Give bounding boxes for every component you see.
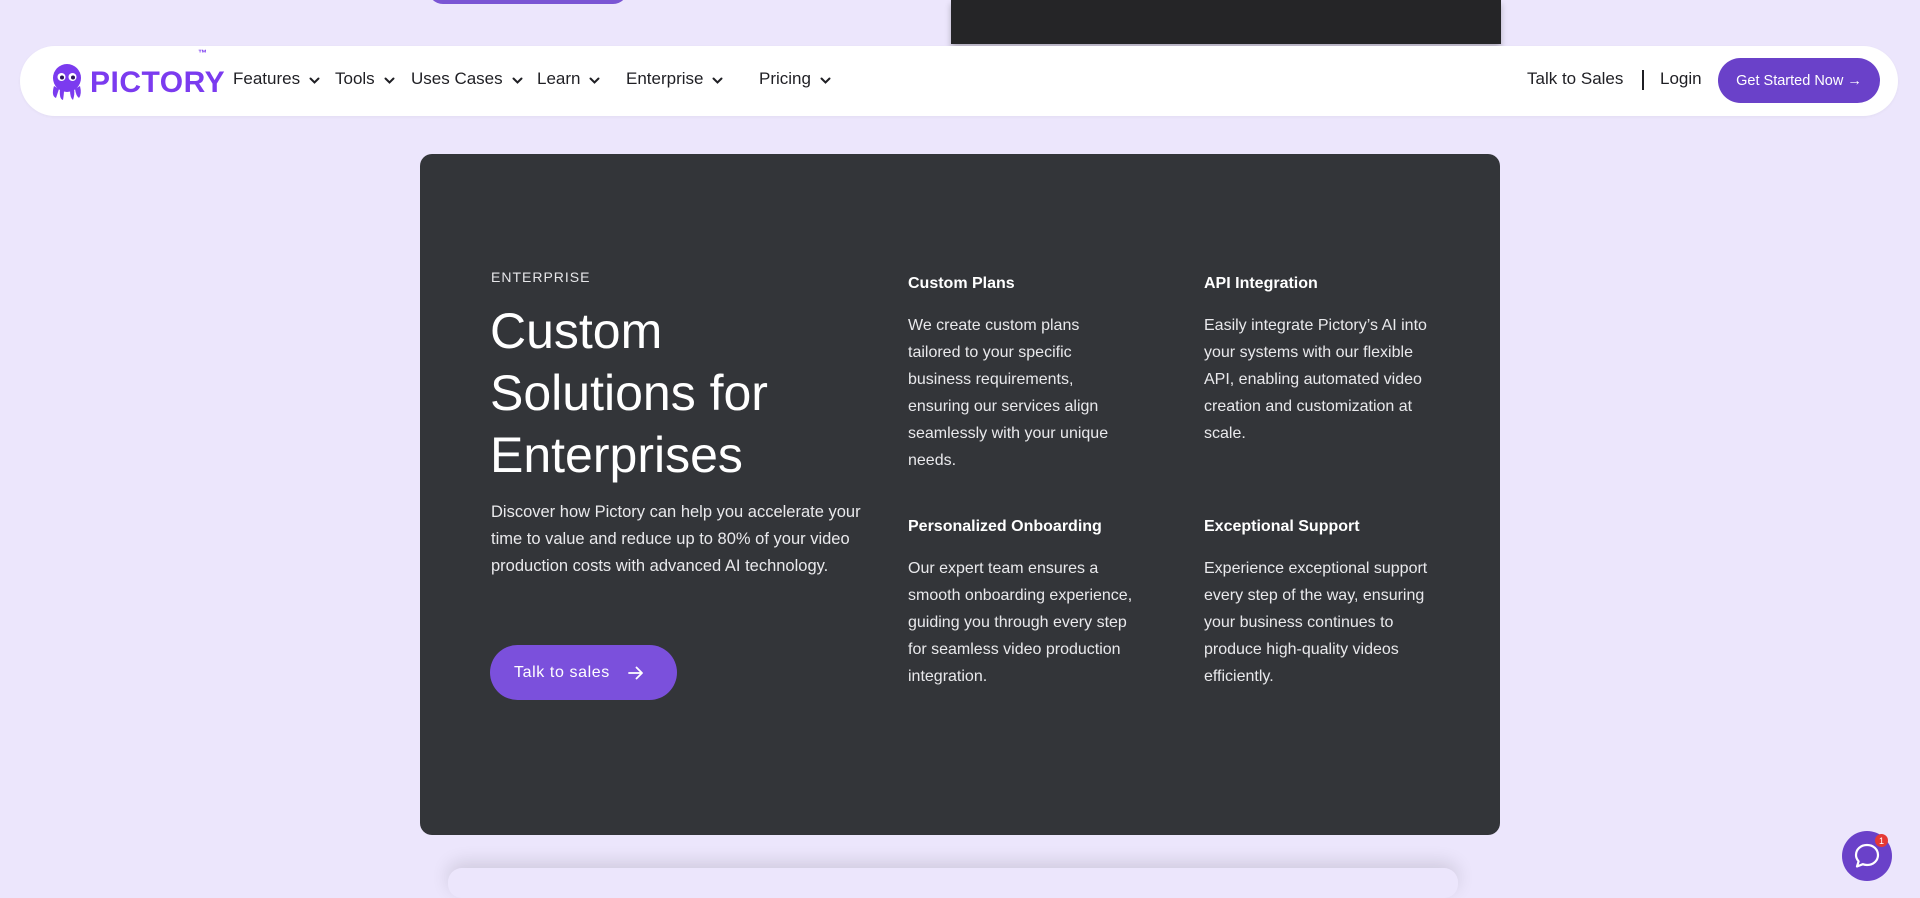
octopus-logo-icon xyxy=(52,64,81,100)
feature-custom-plans: Custom Plans We create custom plans tail… xyxy=(908,274,1133,474)
nav-learn[interactable]: Learn xyxy=(537,69,600,89)
section-headline: Custom Solutions for Enterprises xyxy=(490,303,768,483)
pictory-logo[interactable]: PICTORY xyxy=(48,60,225,104)
chat-notification-badge: 1 xyxy=(1875,834,1888,847)
nav-pricing-label: Pricing xyxy=(759,69,811,88)
chevron-down-icon xyxy=(384,77,395,84)
feature-exceptional-support: Exceptional Support Experience exception… xyxy=(1204,517,1429,690)
main-navbar: PICTORY ™ Features Tools Uses Cases Lear… xyxy=(20,46,1898,116)
feature-title: Personalized Onboarding xyxy=(908,518,1102,535)
section-eyebrow: ENTERPRISE xyxy=(491,269,591,285)
nav-learn-label: Learn xyxy=(537,69,581,88)
chevron-down-icon xyxy=(820,77,831,84)
next-section-edge xyxy=(448,868,1458,898)
nav-tools[interactable]: Tools xyxy=(335,69,395,89)
chevron-down-icon xyxy=(712,77,723,84)
section-intro: Discover how Pictory can help you accele… xyxy=(491,503,861,575)
talk-to-sales-button-label: Talk to sales xyxy=(514,663,610,681)
chevron-down-icon xyxy=(512,77,523,84)
chevron-down-icon xyxy=(589,77,600,84)
nav-divider xyxy=(1642,70,1644,90)
login-link[interactable]: Login xyxy=(1660,69,1702,89)
brand-name: PICTORY xyxy=(90,66,226,99)
nav-enterprise-label: Enterprise xyxy=(626,69,704,88)
feature-body: Experience exceptional support every ste… xyxy=(1204,560,1428,685)
previous-section-button[interactable] xyxy=(428,0,628,4)
feature-title: Exceptional Support xyxy=(1204,518,1360,535)
feature-title: API Integration xyxy=(1204,275,1318,292)
feature-body: We create custom plans tailored to your … xyxy=(908,317,1109,469)
nav-features[interactable]: Features xyxy=(233,69,320,89)
talk-to-sales-link[interactable]: Talk to Sales xyxy=(1527,69,1623,89)
nav-use-cases-label: Uses Cases xyxy=(411,69,503,88)
feature-personalized-onboarding: Personalized Onboarding Our expert team … xyxy=(908,517,1133,690)
chevron-down-icon xyxy=(309,77,320,84)
talk-to-sales-button[interactable]: Talk to sales xyxy=(490,645,677,700)
enterprise-card: ENTERPRISE Custom Solutions for Enterpri… xyxy=(420,154,1500,835)
chat-bubble-icon xyxy=(1854,843,1880,868)
nav-tools-label: Tools xyxy=(335,69,375,88)
feature-title: Custom Plans xyxy=(908,275,1015,292)
nav-features-label: Features xyxy=(233,69,301,88)
arrow-right-icon xyxy=(627,666,644,680)
feature-body: Our expert team ensures a smooth onboard… xyxy=(908,560,1133,685)
previous-section-video xyxy=(951,0,1501,44)
feature-body: Easily integrate Pictory’s AI into your … xyxy=(1204,317,1427,442)
trademark-mark: ™ xyxy=(198,48,207,58)
feature-api-integration: API Integration Easily integrate Pictory… xyxy=(1204,274,1429,447)
get-started-button[interactable]: Get Started Now → xyxy=(1718,58,1880,103)
nav-enterprise[interactable]: Enterprise xyxy=(626,69,723,89)
nav-pricing[interactable]: Pricing xyxy=(759,69,831,89)
nav-use-cases[interactable]: Uses Cases xyxy=(411,69,523,89)
